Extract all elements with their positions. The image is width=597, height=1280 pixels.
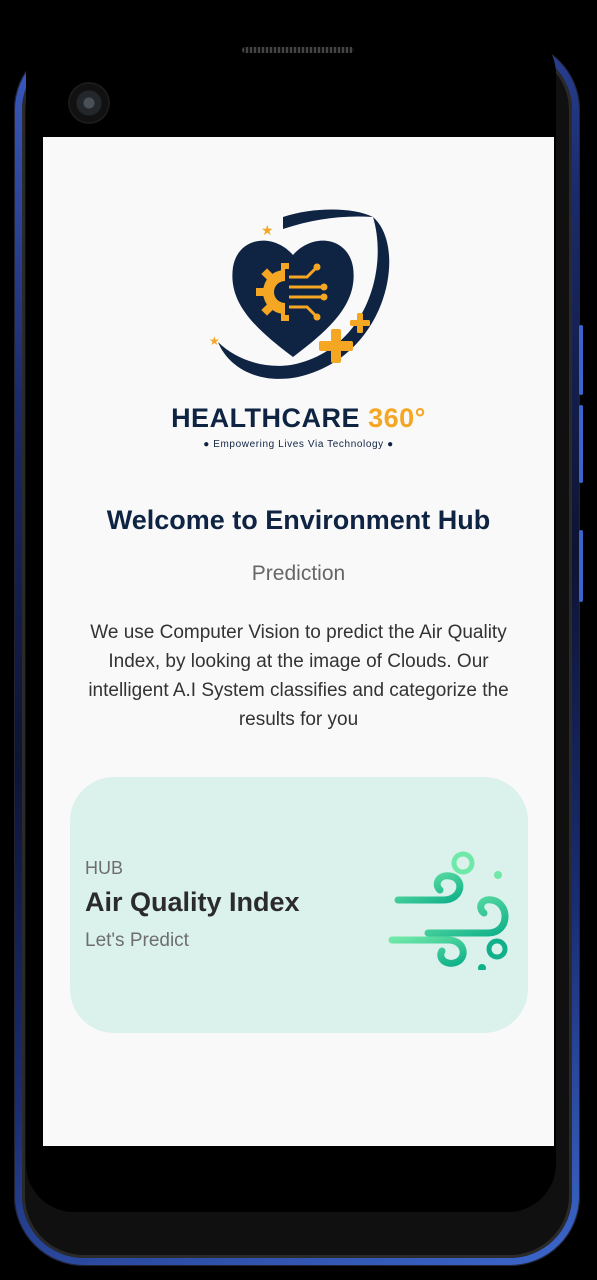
- heart-gear-circuit-logo: ★ ★: [203, 207, 393, 387]
- front-camera: [70, 84, 108, 122]
- app-screen: ★ ★ HEALTHCARE 360° ● Empowering Lives V…: [43, 137, 554, 1146]
- air-quality-index-card[interactable]: HUB Air Quality Index Let's Predict: [70, 777, 528, 1033]
- card-action-label: Let's Predict: [85, 930, 189, 951]
- brand-number: 360°: [368, 403, 426, 433]
- page-description: We use Computer Vision to predict the Ai…: [88, 622, 509, 730]
- page-subtitle: Prediction: [251, 562, 346, 585]
- svg-text:★: ★: [209, 334, 220, 348]
- card-hub-label: HUB: [85, 858, 124, 878]
- svg-text:★: ★: [261, 223, 274, 239]
- brand-tagline: ● Empowering Lives Via Technology ●: [203, 439, 394, 450]
- brand-name: HEALTHCARE 360°: [43, 403, 554, 434]
- card-title: Air Quality Index: [85, 887, 300, 917]
- side-button-top: [579, 325, 583, 395]
- side-button-middle: [579, 405, 583, 483]
- wind-icon: [368, 845, 518, 972]
- side-button-power: [579, 530, 583, 602]
- earpiece-speaker: [242, 47, 354, 53]
- page-title: Welcome to Environment Hub: [106, 505, 491, 535]
- brand-text: HEALTHCARE: [171, 403, 361, 433]
